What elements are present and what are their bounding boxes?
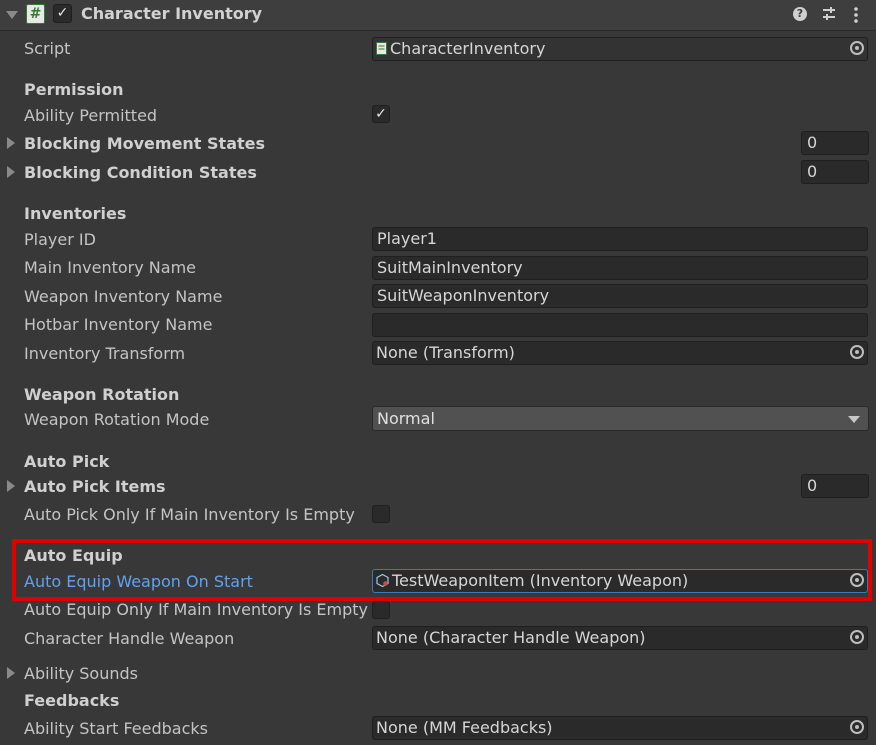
- ability-start-feedbacks-field[interactable]: None (MM Feedbacks): [372, 716, 868, 740]
- script-hash-icon: #: [26, 4, 45, 24]
- character-handle-weapon-field[interactable]: None (Character Handle Weapon): [372, 626, 868, 650]
- object-picker-icon[interactable]: [850, 41, 864, 55]
- auto-equip-only-if-empty-checkbox[interactable]: [372, 601, 390, 619]
- auto-pick-only-if-empty-checkbox[interactable]: [372, 505, 390, 523]
- blocking-condition-label[interactable]: Blocking Condition States: [24, 163, 257, 182]
- script-value: CharacterInventory: [390, 39, 546, 58]
- auto-pick-items-size-field[interactable]: 0: [801, 474, 869, 498]
- main-inventory-label: Main Inventory Name: [24, 258, 196, 277]
- weapon-inventory-field[interactable]: SuitWeaponInventory: [372, 284, 868, 308]
- foldout-right-icon[interactable]: [7, 480, 15, 492]
- weapon-rotation-heading: Weapon Rotation: [24, 385, 180, 404]
- permission-heading: Permission: [24, 80, 124, 99]
- inventory-transform-label: Inventory Transform: [24, 344, 186, 363]
- highlight-box: [12, 539, 872, 601]
- auto-pick-items-label[interactable]: Auto Pick Items: [24, 477, 166, 496]
- blocking-movement-label[interactable]: Blocking Movement States: [24, 134, 265, 153]
- script-field[interactable]: CharacterInventory: [372, 37, 868, 61]
- enable-checkbox[interactable]: ✓: [53, 4, 72, 23]
- foldout-right-icon[interactable]: [7, 137, 15, 149]
- foldout-right-icon[interactable]: [7, 166, 15, 178]
- ability-start-feedbacks-value: None (MM Feedbacks): [376, 718, 553, 737]
- weapon-rotation-mode-label: Weapon Rotation Mode: [24, 410, 210, 429]
- ability-start-feedbacks-label: Ability Start Feedbacks: [24, 719, 208, 738]
- object-picker-icon[interactable]: [850, 345, 864, 359]
- auto-pick-heading: Auto Pick: [24, 452, 110, 471]
- presets-icon[interactable]: [821, 6, 837, 22]
- script-label: Script: [24, 39, 71, 58]
- component-title: Character Inventory: [81, 4, 263, 23]
- player-id-label: Player ID: [24, 230, 96, 249]
- ability-sounds-foldout[interactable]: Ability Sounds: [24, 664, 138, 683]
- inventory-transform-field[interactable]: None (Transform): [372, 341, 868, 365]
- character-handle-weapon-value: None (Character Handle Weapon): [376, 628, 646, 647]
- weapon-rotation-mode-value: Normal: [377, 409, 435, 428]
- foldout-arrow-icon[interactable]: [6, 11, 18, 19]
- auto-equip-only-if-empty-label: Auto Equip Only If Main Inventory Is Emp…: [24, 600, 369, 619]
- main-inventory-field[interactable]: SuitMainInventory: [372, 256, 868, 280]
- script-file-icon: [376, 42, 387, 55]
- ability-permitted-checkbox[interactable]: ✓: [372, 105, 390, 123]
- blocking-movement-size-field[interactable]: 0: [801, 131, 869, 155]
- blocking-condition-size-field[interactable]: 0: [801, 160, 869, 184]
- inventory-transform-value: None (Transform): [376, 343, 515, 362]
- object-picker-icon[interactable]: [850, 720, 864, 734]
- object-picker-icon[interactable]: [850, 630, 864, 644]
- ability-permitted-label: Ability Permitted: [24, 106, 158, 125]
- inventories-heading: Inventories: [24, 204, 127, 223]
- player-id-field[interactable]: Player1: [372, 227, 868, 251]
- component-header: # ✓ Character Inventory ?: [0, 0, 876, 31]
- help-icon[interactable]: ?: [793, 7, 807, 21]
- character-handle-weapon-label: Character Handle Weapon: [24, 629, 235, 648]
- weapon-rotation-mode-dropdown[interactable]: Normal: [372, 406, 869, 431]
- auto-pick-only-if-empty-label: Auto Pick Only If Main Inventory Is Empt…: [24, 505, 355, 524]
- feedbacks-heading: Feedbacks: [24, 691, 120, 710]
- foldout-right-icon[interactable]: [7, 667, 15, 679]
- weapon-inventory-label: Weapon Inventory Name: [24, 287, 223, 306]
- chevron-down-icon: [848, 416, 860, 423]
- kebab-menu-icon[interactable]: [853, 6, 859, 24]
- hotbar-inventory-field[interactable]: [372, 313, 868, 337]
- hotbar-inventory-label: Hotbar Inventory Name: [24, 315, 213, 334]
